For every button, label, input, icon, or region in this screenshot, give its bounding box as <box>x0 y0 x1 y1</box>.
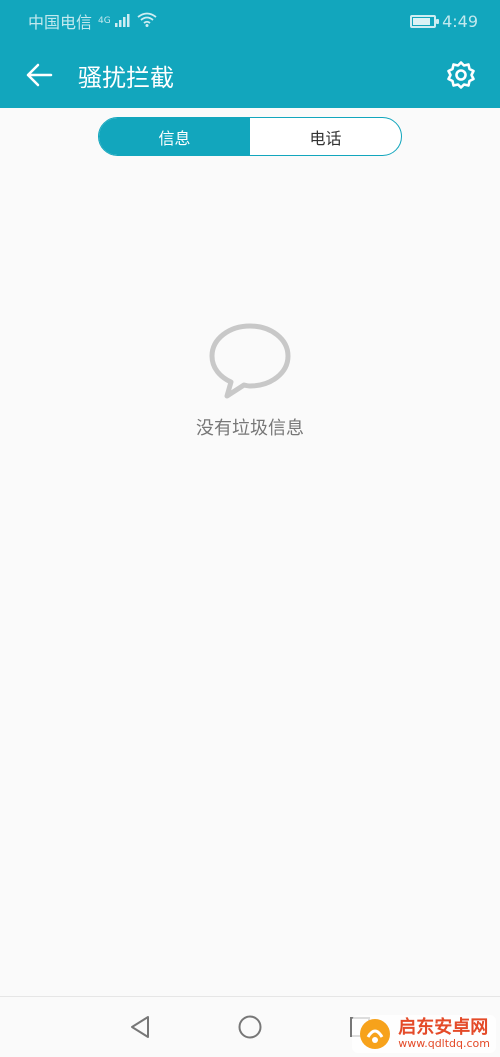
status-time: 4:49 <box>442 11 478 31</box>
app-bar: 骚扰拦截 <box>0 42 500 108</box>
segmented-tabs: 信息 电话 <box>98 117 402 156</box>
status-right: 4:49 <box>410 12 478 31</box>
status-bar: 中国电信 4G 4:49 <box>0 0 500 42</box>
tab-calls[interactable]: 电话 <box>250 118 401 155</box>
watermark: 启东安卓网 www.qdltdq.com <box>352 1015 496 1053</box>
circle-home-icon <box>238 1015 262 1039</box>
settings-button[interactable] <box>444 58 478 92</box>
wifi-icon <box>137 12 157 31</box>
screen: 中国电信 4G 4:49 骚扰拦截 信息 电话 没有垃圾信息 启东安卓网 www… <box>0 0 500 1057</box>
status-left: 中国电信 4G <box>28 9 157 33</box>
carrier-label: 中国电信 <box>28 13 93 32</box>
arrow-left-icon <box>26 63 53 87</box>
watermark-url: www.qdltdq.com <box>398 1036 490 1050</box>
signal-icon <box>114 12 131 31</box>
watermark-title: 启东安卓网 <box>398 1016 489 1038</box>
network-type: 4G <box>98 16 111 26</box>
watermark-text: 启东安卓网 www.qdltdq.com <box>398 1016 490 1050</box>
page-title: 骚扰拦截 <box>78 63 174 92</box>
triangle-back-icon <box>131 1016 149 1038</box>
tab-messages[interactable]: 信息 <box>99 118 250 155</box>
nav-home-button[interactable] <box>230 1007 270 1047</box>
gear-icon <box>447 61 475 89</box>
battery-icon <box>410 14 440 28</box>
empty-state: 没有垃圾信息 <box>0 322 500 440</box>
speech-bubble-icon <box>209 323 291 399</box>
back-button[interactable] <box>22 58 56 92</box>
empty-message: 没有垃圾信息 <box>196 418 304 439</box>
watermark-logo-icon <box>360 1019 391 1049</box>
nav-back-button[interactable] <box>120 1007 160 1047</box>
